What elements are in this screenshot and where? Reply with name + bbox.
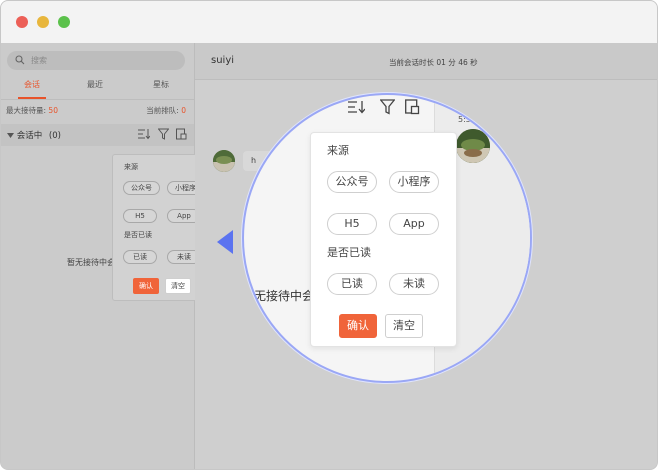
search-icon (15, 55, 25, 65)
source-label: 来源 (124, 163, 138, 171)
sort-icon[interactable] (347, 99, 365, 115)
note-icon[interactable] (405, 99, 420, 115)
read-option-read[interactable]: 已读 (123, 250, 157, 264)
chat-header: suiyi 当前会话时长 01 分 46 秒 (195, 43, 657, 80)
source-option-h5[interactable]: H5 (123, 209, 157, 223)
close-window-button[interactable] (16, 16, 28, 28)
tab-starred[interactable]: 星标 (141, 79, 181, 90)
search-box[interactable] (7, 51, 185, 70)
group-count: (0) (48, 131, 61, 141)
filter-icon[interactable] (380, 99, 395, 115)
queue-count: 当前排队: 0 (146, 105, 186, 116)
source-option-h5[interactable]: H5 (327, 213, 377, 235)
minimize-window-button[interactable] (37, 16, 49, 28)
filter-popover: 来源 公众号 小程序 H5 App 是否已读 已读 未读 确认 清空 (310, 132, 457, 347)
read-status-label: 是否已读 (327, 246, 371, 259)
avatar-image (213, 150, 235, 172)
avatar (456, 129, 490, 163)
source-option-app[interactable]: App (389, 213, 439, 235)
source-option-wechat[interactable]: 公众号 (123, 181, 160, 195)
message-time: 5:51 (458, 115, 476, 124)
source-option-wechat[interactable]: 公众号 (327, 171, 377, 193)
group-title-label: 会话中 (16, 131, 43, 141)
source-label: 来源 (327, 144, 349, 157)
confirm-button[interactable]: 确认 (339, 314, 377, 338)
tab-sessions[interactable]: 会话 (12, 79, 52, 90)
sort-icon[interactable] (137, 128, 150, 140)
group-in-session[interactable]: 会话中 (0) (1, 124, 194, 146)
clear-button[interactable]: 清空 (385, 314, 423, 338)
max-capacity-label: 最大接待量: (6, 106, 47, 115)
confirm-button[interactable]: 确认 (133, 278, 159, 294)
group-title: 会话中 (0) (7, 129, 61, 141)
read-option-unread[interactable]: 未读 (389, 273, 439, 295)
contact-name: suiyi (211, 55, 235, 66)
max-capacity: 最大接待量: 50 (6, 105, 58, 116)
max-capacity-value: 50 (48, 106, 58, 115)
source-option-miniprogram[interactable]: 小程序 (389, 171, 439, 193)
magnifier-pointer (217, 230, 233, 254)
session-tabs: 会话 最近 星标 (1, 79, 194, 97)
app-window: 会话 最近 星标 最大接待量: 50 当前排队: 0 会话中 (0) (0, 0, 658, 470)
note-icon[interactable] (176, 128, 187, 140)
read-option-read[interactable]: 已读 (327, 273, 377, 295)
read-status-label: 是否已读 (124, 231, 152, 239)
queue-count-value: 0 (181, 106, 186, 115)
avatar (213, 150, 235, 172)
session-duration: 当前会话时长 01 分 46 秒 (389, 58, 478, 67)
collapse-triangle-icon (7, 133, 14, 138)
tabs-divider (1, 99, 194, 100)
title-bar (1, 1, 657, 43)
queue-count-label: 当前排队: (146, 106, 179, 115)
empty-sessions-text-magnified: 暂无接待中会 (242, 289, 315, 303)
tab-recent[interactable]: 最近 (75, 79, 115, 90)
avatar-image (456, 129, 490, 163)
search-input[interactable] (31, 51, 171, 70)
clear-button[interactable]: 清空 (165, 278, 191, 294)
maximize-window-button[interactable] (58, 16, 70, 28)
filter-icon[interactable] (158, 128, 169, 140)
